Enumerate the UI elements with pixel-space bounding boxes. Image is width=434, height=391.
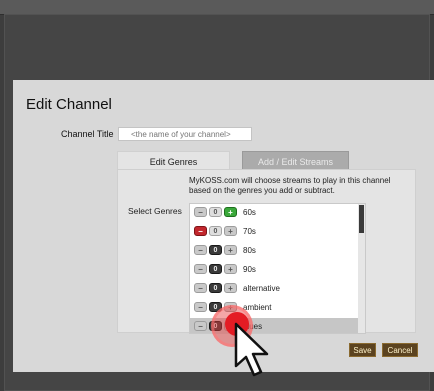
channel-title-input[interactable] xyxy=(118,127,252,141)
dialog-title: Edit Channel xyxy=(26,96,112,113)
genre-neutral-button[interactable]: 0 xyxy=(209,245,222,255)
genre-row: −0 + alternative xyxy=(190,280,360,299)
genre-row: −0 +80s xyxy=(190,242,360,261)
genre-add-button[interactable]: + xyxy=(224,283,237,293)
genre-subtract-button[interactable]: − xyxy=(194,226,207,236)
tab-add-edit-streams[interactable]: Add / Edit Streams xyxy=(242,151,349,170)
genre-subtract-button[interactable]: − xyxy=(194,283,207,293)
genre-add-button[interactable]: + xyxy=(224,264,237,274)
genre-subtract-button[interactable]: − xyxy=(194,264,207,274)
select-genres-label: Select Genres xyxy=(128,206,182,216)
genre-add-button[interactable]: + xyxy=(224,207,237,217)
genre-row: −0 +90s xyxy=(190,261,360,280)
genre-list-scrollbar[interactable] xyxy=(358,204,365,333)
genre-neutral-button[interactable]: 0 xyxy=(209,207,222,217)
genre-label: 80s xyxy=(243,246,256,255)
genre-row: −0 +70s xyxy=(190,223,360,242)
cancel-button[interactable]: Cancel xyxy=(382,343,418,357)
genre-row: −0 +60s xyxy=(190,204,360,223)
top-bar xyxy=(0,0,434,15)
genre-label: 90s xyxy=(243,265,256,274)
genre-subtract-button[interactable]: − xyxy=(194,321,207,331)
channel-title-label: Channel Title xyxy=(61,129,114,139)
genre-label: alternative xyxy=(243,284,280,293)
genre-label: 70s xyxy=(243,227,256,236)
save-button[interactable]: Save xyxy=(349,343,376,357)
genre-add-button[interactable]: + xyxy=(224,245,237,255)
tab-edit-genres[interactable]: Edit Genres xyxy=(117,151,230,170)
genre-add-button[interactable]: + xyxy=(224,226,237,236)
scrollbar-thumb[interactable] xyxy=(359,205,364,233)
genre-neutral-button[interactable]: 0 xyxy=(209,226,222,236)
genre-subtract-button[interactable]: − xyxy=(194,207,207,217)
genre-label: 60s xyxy=(243,208,256,217)
genre-subtract-button[interactable]: − xyxy=(194,302,207,312)
genre-neutral-button[interactable]: 0 xyxy=(209,264,222,274)
genre-subtract-button[interactable]: − xyxy=(194,245,207,255)
edit-genres-panel: MyKOSS.com will choose streams to play i… xyxy=(117,169,416,334)
mouse-cursor-icon xyxy=(234,322,269,377)
genre-neutral-button[interactable]: 0 xyxy=(209,283,222,293)
panel-description: MyKOSS.com will choose streams to play i… xyxy=(189,176,391,195)
